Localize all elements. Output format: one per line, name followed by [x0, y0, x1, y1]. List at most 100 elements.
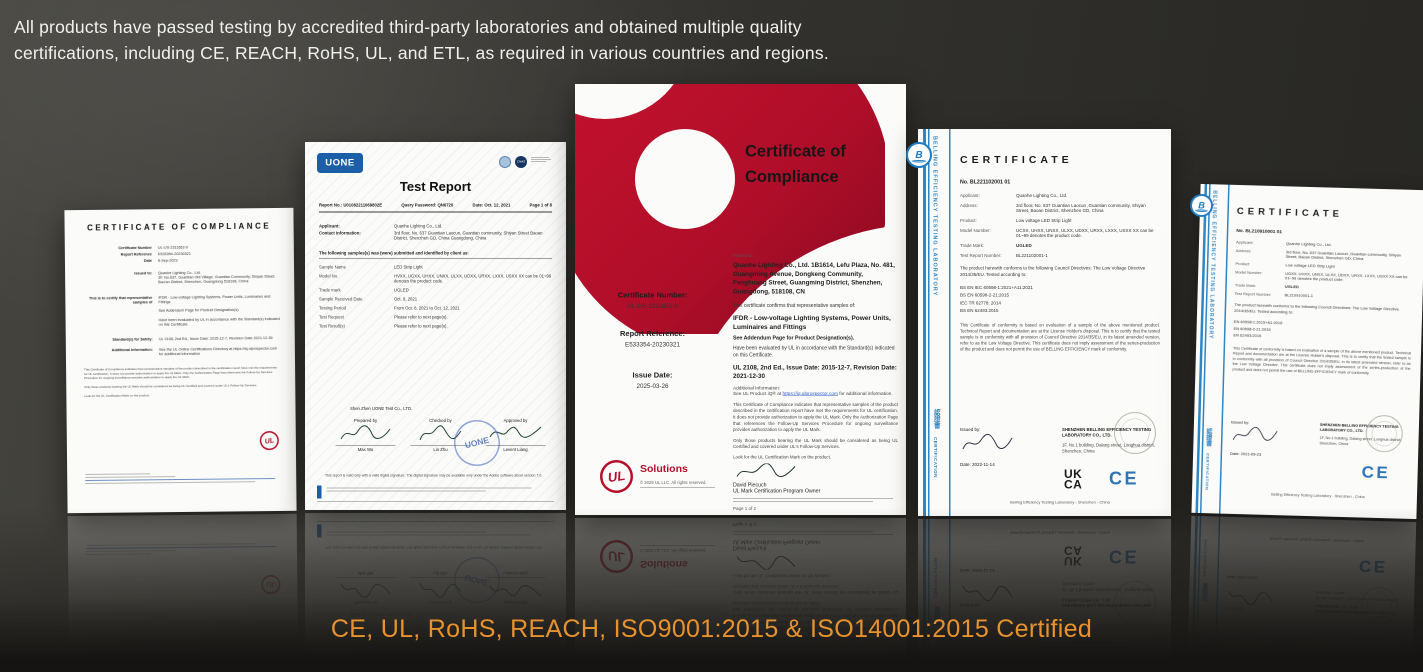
- directives-paragraph: The product herewith conforms to the fol…: [960, 265, 1160, 278]
- field-value: HVXX, UGXX, UHXX, UNXX, ULXX, UDXX, URXX…: [394, 274, 552, 284]
- field-value: Please refer to next page(s).: [394, 324, 552, 329]
- field-label: Product:: [1235, 261, 1285, 267]
- field-label: Model Number:: [960, 228, 1016, 238]
- field-label: Certificate Number: [83, 245, 158, 250]
- certificate-title: CERTIFICATE: [1237, 206, 1343, 220]
- signer-role: Prepared by: [333, 418, 398, 423]
- field-label: Model Number:: [1235, 270, 1285, 280]
- field-value: E533354-20230321: [158, 250, 280, 256]
- field-label: Certificate Number:: [580, 291, 725, 300]
- field-value: 2025-03-26: [580, 383, 725, 390]
- field-label: Model No.: [319, 274, 394, 284]
- field-value: 8-Sep-2023: [158, 257, 280, 263]
- side-certification-text: CERTIFICATION: [933, 437, 938, 478]
- field-label: Applicant:: [960, 193, 1016, 198]
- issued-to-address: 3F, No.637, Guantian Old Village, Guanti…: [158, 274, 280, 284]
- field-value: UGXX, UHXX, UNXX, ULXX, UDXX, URXX, LXXX…: [1285, 271, 1413, 284]
- signer-title: UL Mark Certification Program Owner: [733, 488, 898, 494]
- certificate-title: CERTIFICATE: [960, 154, 1073, 166]
- signature-icon: [733, 464, 798, 481]
- field-value: BL221102001-1: [1016, 253, 1160, 258]
- query-password: Query Password: QN6720: [401, 203, 453, 208]
- field-label: Trade Mark:: [1235, 283, 1285, 289]
- field-label: Address:: [960, 203, 1016, 213]
- evaluated-note: Have been evaluated by UL in accordance …: [733, 345, 898, 359]
- standard-line: BS EN 60598-2-21:2015: [960, 292, 1160, 300]
- addendum-note: See Addendum Page for Product Designatio…: [733, 335, 898, 341]
- ul-mark-icon: UL: [259, 430, 281, 452]
- standard-line: UL 2108, 2nd Ed., Issue Date: 2015-12-7,…: [733, 364, 898, 381]
- field-value: Low voltage LED Strip Light: [1016, 218, 1160, 223]
- evaluated-note: Have been evaluated by UL in accordance …: [159, 316, 281, 326]
- ilac-mra-icon: [499, 156, 511, 168]
- field-value: 3rd floor, No. 637 Guantian Laocun, Guan…: [394, 231, 552, 241]
- field-value: 3rd floor, No. 637 Guantian Laocun ,Guan…: [1016, 203, 1160, 213]
- field-value: Quanhe Lighting Co., Ltd.: [1286, 241, 1414, 249]
- ul-mark-icon: UL: [598, 458, 635, 495]
- field-label: Standard(s) for Safety:: [84, 337, 159, 342]
- certificate-fields: Applicant:Quanhe Lighting Co., Ltd. Addr…: [1232, 240, 1414, 377]
- issued-by-block: Issued by: Date: 2022-11-14: [960, 427, 1015, 467]
- certificate-belling-1: BELLING EFFICIENCY TESTING LABORATORY 認證…: [918, 129, 1171, 516]
- field-value: LED Strip Light: [394, 265, 552, 270]
- field-label: Sample Received Date: [319, 297, 394, 302]
- field-value: Oct. 8, 2021: [394, 297, 552, 302]
- certificate-title: CERTIFICATE OF COMPLIANCE: [65, 222, 294, 233]
- signer-role: Approved by: [483, 418, 548, 423]
- directives-paragraph: The product herewith conforms to the fol…: [1234, 302, 1412, 319]
- side-cn-text: 認證書: [1205, 428, 1214, 446]
- certificate-footer: Belling Efficiency Testing Laboratory - …: [960, 500, 1160, 505]
- field-label: Report Reference:: [580, 330, 725, 339]
- issued-by-block: Issued by: Date: 2021-09-23: [1230, 420, 1280, 457]
- legal-paragraph: Only those products bearing the UL Mark …: [733, 437, 898, 450]
- side-cn-text: 認證書: [932, 409, 942, 429]
- validity-note: This report is valid only with a valid d…: [325, 474, 546, 478]
- side-banner: BELLING EFFICIENCY TESTING LABORATORY 認證…: [1195, 184, 1232, 514]
- standard-line: BS EN 62493:2015: [960, 307, 1160, 315]
- issued-to-address: Quanhe Lighting Co., Ltd. 1B1614, Lefu P…: [733, 261, 898, 296]
- signer-name: Max Wu: [333, 447, 398, 452]
- lab-company-name: Shen Zhen UONE Test Co., LTD.: [350, 406, 412, 411]
- certificate-title: Certificate of Compliance: [745, 138, 846, 189]
- ukca-mark-icon: UK CA: [1064, 469, 1082, 490]
- field-label: Trade mark: [319, 288, 394, 293]
- field-label: Additional Information:: [84, 347, 159, 357]
- floor-shadow: [0, 507, 1423, 672]
- field-label: Test Report Number:: [1235, 291, 1285, 297]
- field-label: This is to certify that representative s…: [83, 295, 158, 327]
- field-label: Product:: [960, 218, 1016, 223]
- additional-info-post: for additional information.: [838, 391, 893, 397]
- legal-paragraph: This Certificate of Compliance indicates…: [733, 401, 898, 432]
- ul-prospector-link[interactable]: https://iq.ulprospector.com: [783, 391, 838, 397]
- field-value: From Oct. 8, 2021 to Oct. 12, 2021: [394, 306, 552, 311]
- field-value: UL-US-2311652-0: [158, 244, 280, 250]
- ul-solutions-logo: UL Solutions © 2025 UL LLC. All rights r…: [600, 460, 715, 493]
- banner-heading-line1: All products have passed testing by accr…: [14, 14, 829, 40]
- footer-accent-icon: [317, 486, 322, 499]
- certificate-meta-column: Certificate Number: UL-US-2311652-0 Repo…: [580, 278, 725, 390]
- field-value: Quanhe Lighting Co., Ltd.: [394, 224, 552, 229]
- field-label: Issued to:: [83, 271, 158, 285]
- legal-paragraph: Look for the UL Certification Mark on th…: [733, 455, 898, 460]
- samples-heading: The following samples(s) was (were) subm…: [319, 251, 552, 259]
- fine-print-line: [85, 481, 255, 484]
- certified-summary-text: CE, UL, RoHS, REACH, ISO9001:2015 & ISO1…: [0, 615, 1423, 644]
- conformity-paragraph: This Certificate of conformity is based …: [1232, 346, 1411, 377]
- certificate-footer: Belling Efficiency Testing Laboratory - …: [1229, 491, 1407, 500]
- addendum-note: See Addendum Page for Product Designatio…: [158, 307, 280, 313]
- signer-role: Checked by: [408, 418, 473, 423]
- field-label: Test Report Number:: [960, 253, 1016, 258]
- product-description: IFDR - Low-voltage Lighting Systems, Pow…: [158, 294, 280, 304]
- banner-heading-line2: certifications, including CE, REACH, RoH…: [14, 40, 829, 66]
- field-label: Date: [83, 258, 158, 263]
- field-label: Contact information:: [319, 231, 394, 241]
- lab-stamp: [1114, 412, 1156, 454]
- issued-to-label: Issued to:: [733, 253, 898, 259]
- ce-mark-icon: CE: [1361, 463, 1390, 483]
- field-value: Please refer to next page(s).: [394, 315, 552, 320]
- accreditation-logos: CNAS: [499, 156, 553, 168]
- ce-mark-icon: CE: [1109, 468, 1139, 489]
- field-value: See the UL Online Certifications Directo…: [159, 346, 281, 356]
- field-label: Issue Date:: [580, 371, 725, 380]
- field-label: Test Request: [319, 315, 394, 320]
